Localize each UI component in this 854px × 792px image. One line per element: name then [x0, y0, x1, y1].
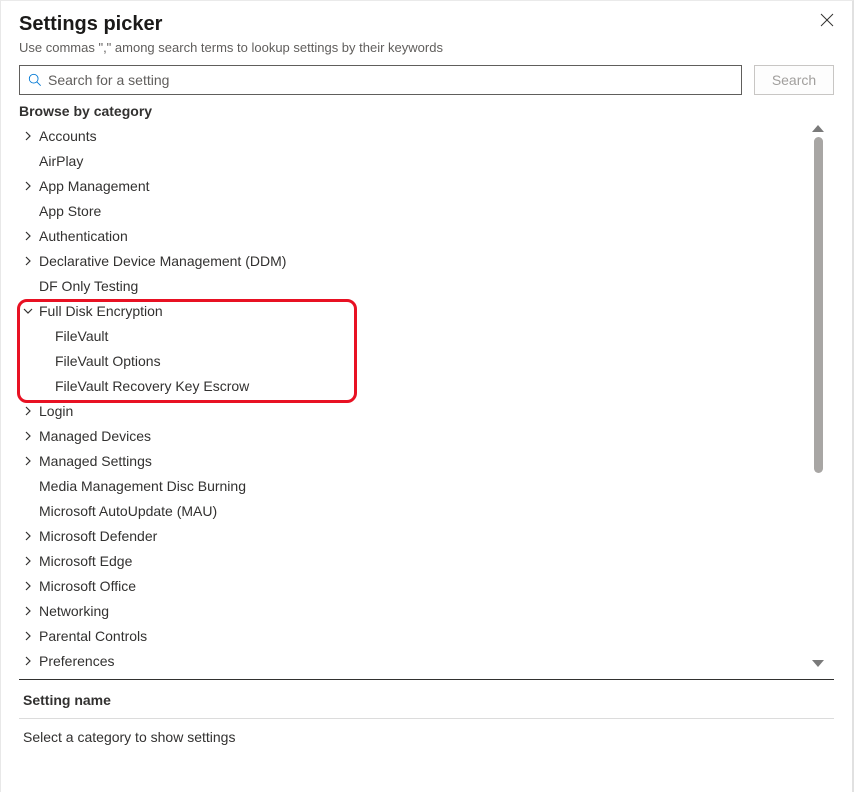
category-item[interactable]: DF Only Testing — [19, 273, 824, 298]
category-item[interactable]: Managed Settings — [19, 448, 824, 473]
panel-title: Settings picker — [19, 13, 162, 36]
category-item[interactable]: Networking — [19, 598, 824, 623]
category-item[interactable]: Authentication — [19, 223, 824, 248]
category-label: Login — [39, 403, 73, 419]
category-item[interactable]: Preferences — [19, 648, 824, 669]
chevron-right-icon — [23, 406, 33, 416]
category-item[interactable]: Managed Devices — [19, 423, 824, 448]
category-child-item[interactable]: FileVault — [19, 323, 824, 348]
category-label: Authentication — [39, 228, 128, 244]
chevron-right-icon — [23, 181, 33, 191]
chevron-right-icon — [23, 581, 33, 591]
category-item[interactable]: App Store — [19, 198, 824, 223]
category-tree[interactable]: Accounts AirPlay App Management App Store Au… — [19, 123, 834, 669]
category-label: Microsoft Office — [39, 578, 136, 594]
category-label: Media Management Disc Burning — [39, 478, 246, 494]
category-label: Full Disk Encryption — [39, 303, 163, 319]
category-label: Managed Devices — [39, 428, 151, 444]
category-item[interactable]: Microsoft Office — [19, 573, 824, 598]
category-child-item[interactable]: FileVault Recovery Key Escrow — [19, 373, 824, 398]
category-label: Accounts — [39, 128, 97, 144]
chevron-right-icon — [23, 131, 33, 141]
search-row: Search — [19, 65, 834, 95]
search-icon — [28, 73, 42, 87]
category-item[interactable]: Microsoft AutoUpdate (MAU) — [19, 498, 824, 523]
empty-settings-message: Select a category to show settings — [19, 719, 834, 755]
category-label: DF Only Testing — [39, 278, 138, 294]
chevron-right-icon — [23, 431, 33, 441]
category-label: Microsoft AutoUpdate (MAU) — [39, 503, 217, 519]
chevron-down-icon — [23, 306, 33, 316]
category-child-item[interactable]: FileVault Options — [19, 348, 824, 373]
browse-by-category-label: Browse by category — [19, 103, 834, 119]
tree-wrap: Accounts AirPlay App Management App Store Au… — [19, 123, 834, 669]
chevron-right-icon — [23, 656, 33, 666]
category-item[interactable]: AirPlay — [19, 148, 824, 173]
category-label: Declarative Device Management (DDM) — [39, 253, 286, 269]
category-item[interactable]: Media Management Disc Burning — [19, 473, 824, 498]
category-item[interactable]: Declarative Device Management (DDM) — [19, 248, 824, 273]
category-item[interactable]: App Management — [19, 173, 824, 198]
category-label: Microsoft Defender — [39, 528, 157, 544]
category-label: Managed Settings — [39, 453, 152, 469]
setting-name-header: Setting name — [19, 680, 834, 719]
chevron-right-icon — [23, 556, 33, 566]
panel-header: Settings picker — [19, 13, 834, 36]
category-label: Parental Controls — [39, 628, 147, 644]
panel-subtitle: Use commas "," among search terms to loo… — [19, 40, 834, 55]
category-label: App Management — [39, 178, 150, 194]
category-item[interactable]: Microsoft Defender — [19, 523, 824, 548]
close-icon[interactable] — [820, 13, 834, 27]
category-child-label: FileVault — [55, 328, 108, 344]
category-child-label: FileVault Options — [55, 353, 161, 369]
category-label: App Store — [39, 203, 101, 219]
category-item[interactable]: Login — [19, 398, 824, 423]
category-item[interactable]: Microsoft Edge — [19, 548, 824, 573]
category-item[interactable]: Parental Controls — [19, 623, 824, 648]
chevron-right-icon — [23, 631, 33, 641]
search-input[interactable] — [48, 72, 733, 88]
chevron-right-icon — [23, 606, 33, 616]
category-label: Networking — [39, 603, 109, 619]
search-box[interactable] — [19, 65, 742, 95]
category-label: Preferences — [39, 653, 114, 669]
category-item[interactable]: Full Disk Encryption — [19, 298, 824, 323]
settings-picker-panel: Settings picker Use commas "," among sea… — [0, 0, 854, 792]
category-label: AirPlay — [39, 153, 83, 169]
category-label: Microsoft Edge — [39, 553, 132, 569]
category-child-label: FileVault Recovery Key Escrow — [55, 378, 249, 394]
search-button[interactable]: Search — [754, 65, 834, 95]
category-item[interactable]: Accounts — [19, 123, 824, 148]
chevron-right-icon — [23, 256, 33, 266]
chevron-right-icon — [23, 231, 33, 241]
chevron-right-icon — [23, 531, 33, 541]
chevron-right-icon — [23, 456, 33, 466]
